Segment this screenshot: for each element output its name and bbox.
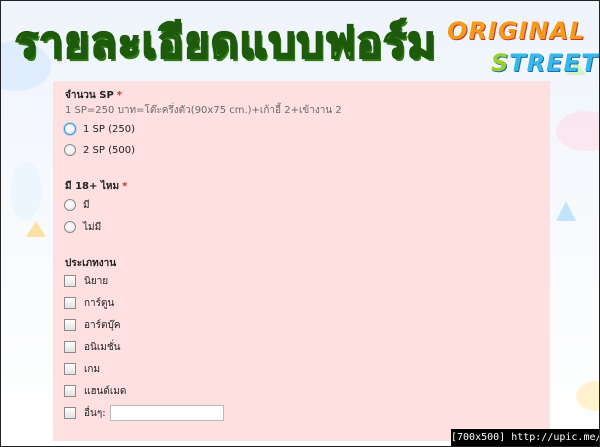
radio-button[interactable] xyxy=(64,199,76,211)
checkbox-option-animation[interactable]: อนิเมชั่น xyxy=(64,339,120,355)
radio-button[interactable] xyxy=(64,221,76,233)
option-label: 2 SP (500) xyxy=(83,144,135,156)
decor-triangle xyxy=(26,221,46,237)
option-label: 1 SP (250) xyxy=(83,123,135,135)
logo-line-2: STREET xyxy=(491,49,598,77)
image-host-watermark: [700x500] http://upic.me/ xyxy=(451,429,599,446)
radio-button[interactable] xyxy=(64,144,76,156)
required-mark: * xyxy=(116,90,123,101)
checkbox-option-artbook[interactable]: อาร์ตบุ๊ค xyxy=(64,317,121,333)
logo-letter: S xyxy=(491,49,510,77)
option-label: แฮนด์เมด xyxy=(84,385,127,397)
option-label: นิยาย xyxy=(84,275,109,287)
checkbox[interactable] xyxy=(64,319,76,331)
option-label: มี xyxy=(83,199,90,211)
decor-blob xyxy=(556,111,599,151)
option-label: อื่นๆ: xyxy=(84,407,106,419)
question-help-text: 1 SP=250 บาท=โต๊ะครึ่งตัว(90x75 cm.)+เก้… xyxy=(65,105,342,116)
checkbox-option-novel[interactable]: นิยาย xyxy=(64,273,108,289)
checkbox-option-other[interactable]: อื่นๆ: xyxy=(64,405,224,421)
other-text-input[interactable] xyxy=(109,405,224,421)
option-label: อาร์ตบุ๊ค xyxy=(84,319,121,331)
page-title: รายละเอียดแบบฟอร์ม xyxy=(14,17,437,69)
logo-letters: TREET xyxy=(509,49,599,77)
required-mark: * xyxy=(122,181,128,192)
logo-line-1: ORIGINAL xyxy=(447,17,586,45)
question-label: มี 18+ ไหม xyxy=(65,181,120,192)
question-label: จำนวน SP xyxy=(65,90,114,101)
checkbox[interactable] xyxy=(64,385,76,397)
original-street-logo: ORIGINAL STREET xyxy=(447,17,597,83)
radio-button[interactable] xyxy=(64,123,76,135)
form-screenshot: รายละเอียดแบบฟอร์ม ORIGINAL STREET จำนวน… xyxy=(0,0,600,447)
checkbox[interactable] xyxy=(64,297,76,309)
checkbox-option-game[interactable]: เกม xyxy=(64,361,100,377)
checkbox[interactable] xyxy=(64,407,76,419)
option-label: การ์ตูน xyxy=(84,297,115,309)
radio-option-yes[interactable]: มี xyxy=(64,197,90,213)
checkbox[interactable] xyxy=(64,275,76,287)
radio-option-no[interactable]: ไม่มี xyxy=(64,219,101,235)
checkbox[interactable] xyxy=(64,341,76,353)
question-adult-content: มี 18+ ไหม * xyxy=(65,179,127,194)
radio-option-2sp[interactable]: 2 SP (500) xyxy=(64,142,135,158)
option-label: เกม xyxy=(84,363,101,375)
checkbox-option-handmade[interactable]: แฮนด์เมด xyxy=(64,383,126,399)
decor-blob xyxy=(576,381,599,411)
radio-option-1sp[interactable]: 1 SP (250) xyxy=(64,121,135,137)
question-sp-count: จำนวน SP * xyxy=(65,88,122,103)
checkbox[interactable] xyxy=(64,363,76,375)
option-label: อนิเมชั่น xyxy=(84,341,121,353)
decor-blob xyxy=(11,161,41,221)
question-work-type: ประเภทงาน xyxy=(65,256,116,271)
question-label: ประเภทงาน xyxy=(65,258,117,269)
decor-triangle xyxy=(556,201,576,221)
checkbox-option-comic[interactable]: การ์ตูน xyxy=(64,295,114,311)
option-label: ไม่มี xyxy=(83,221,102,233)
